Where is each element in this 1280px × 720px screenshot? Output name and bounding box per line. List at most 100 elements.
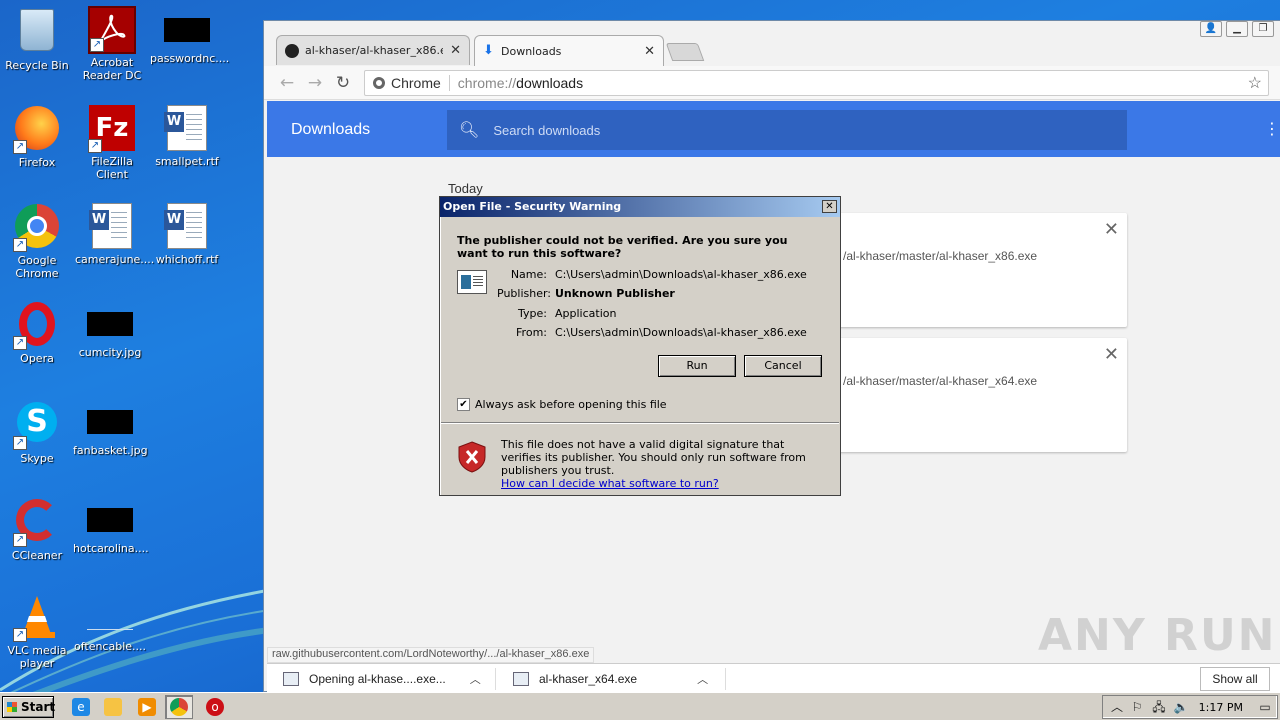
exe-file-icon [513, 672, 529, 686]
desktop-icon-label: smallpet.rtf [155, 155, 219, 168]
desktop-icon-label: Google Chrome [15, 254, 59, 280]
more-menu-icon[interactable]: ⋮ [1264, 119, 1280, 138]
network-icon[interactable]: 🖧 [1151, 699, 1167, 715]
desktop-icon-camerajune[interactable]: camerajune.... [75, 202, 154, 266]
download-shelf: Opening al-khase....exe... ︿ al-khaser_x… [267, 663, 1280, 693]
media-player-icon[interactable]: ▶ [138, 698, 156, 716]
help-link[interactable]: How can I decide what software to run? [501, 477, 719, 490]
reload-icon[interactable]: ↻ [332, 72, 354, 94]
desktop-icon-vlc[interactable]: ↗ VLC media player [0, 594, 74, 670]
close-icon[interactable]: ✕ [450, 43, 461, 58]
chevron-up-icon[interactable]: ︿ [470, 671, 481, 687]
back-arrow-icon[interactable]: ← [276, 72, 298, 94]
dialog-titlebar: Open File - Security Warning ✕ [440, 197, 840, 217]
profile-icon[interactable]: 👤 [1200, 21, 1222, 37]
chevron-up-icon[interactable]: ︿ [697, 671, 708, 687]
speaker-icon[interactable]: 🔈 [1173, 699, 1189, 715]
security-warning-dialog: Open File - Security Warning ✕ The publi… [439, 196, 841, 496]
window-controls: 👤 ▁ ❐ [1200, 21, 1274, 37]
desktop-icon-hotcarolina[interactable]: hotcarolina.... [73, 496, 149, 555]
desktop-icon-label: cumcity.jpg [78, 346, 142, 359]
desktop-icon-skype[interactable]: S ↗ Skype [0, 398, 74, 465]
word-document-icon [164, 203, 207, 249]
desktop-icon-recycle-bin[interactable]: Recycle Bin [0, 6, 74, 72]
run-button[interactable]: Run [658, 355, 736, 377]
desktop-icon-acrobat[interactable]: ↗ Acrobat Reader DC [75, 6, 149, 82]
url-path: downloads [516, 75, 584, 91]
word-document-icon [164, 105, 207, 151]
application-icon [457, 270, 487, 294]
omnibox-site-chip: Chrome [391, 75, 450, 91]
desktop-icon-oftencable[interactable]: oftencable.... [73, 594, 147, 653]
new-tab-button[interactable] [665, 43, 705, 61]
omnibox-url: chrome://downloads [450, 75, 583, 91]
shortcut-arrow-icon: ↗ [13, 436, 27, 450]
download-url[interactable]: /al-khaser/master/al-khaser_x86.exe [843, 249, 1037, 263]
field-from: From: C:\Users\admin\Downloads\al-khaser… [516, 326, 807, 339]
tab-al-khaser[interactable]: al-khaser/al-khaser_x86.exe ✕ [276, 35, 470, 65]
desktop-icon-smallpet[interactable]: smallpet.rtf [150, 104, 224, 168]
start-button[interactable]: Start [2, 696, 55, 718]
close-icon[interactable]: ✕ [1104, 344, 1119, 365]
desktop-icon-cumcity[interactable]: cumcity.jpg [73, 300, 147, 359]
file-thumbnail-icon [87, 606, 133, 630]
desktop-icon-label: passwordnc.... [150, 52, 230, 65]
shortcut-arrow-icon: ↗ [13, 140, 27, 154]
always-ask-checkbox[interactable]: ✔ [457, 398, 470, 411]
shelf-item[interactable]: Opening al-khase....exe... ︿ [283, 664, 481, 694]
field-type: Type: Application [518, 307, 617, 320]
show-all-button[interactable]: Show all [1200, 667, 1270, 691]
close-icon[interactable]: ✕ [644, 44, 655, 59]
system-tray: ︿ ⚐ 🖧 🔈 1:17 PM ▭ [1102, 695, 1278, 719]
taskbar-clock[interactable]: 1:17 PM [1199, 701, 1243, 714]
desktop-icon-ccleaner[interactable]: ↗ CCleaner [0, 496, 74, 562]
desktop-icon-whichoff[interactable]: whichoff.rtf [150, 202, 224, 266]
desktop-icon-label: Recycle Bin [5, 59, 69, 72]
opera-icon[interactable]: o [206, 698, 224, 716]
tab-downloads[interactable]: ⬇ Downloads ✕ [474, 35, 664, 66]
bookmark-star-icon[interactable]: ☆ [1248, 73, 1262, 93]
internet-explorer-icon[interactable]: e [72, 698, 90, 716]
shelf-item[interactable]: al-khaser_x64.exe ︿ [513, 664, 708, 694]
desktop-icon-label: VLC media player [7, 644, 67, 670]
field-name: Name: C:\Users\admin\Downloads\al-khaser… [510, 268, 807, 281]
desktop-icon-label: oftencable.... [73, 640, 147, 653]
file-explorer-icon[interactable] [104, 698, 122, 716]
dialog-content: The publisher could not be verified. Are… [441, 218, 839, 421]
desktop-icon-firefox[interactable]: ↗ Firefox [0, 104, 74, 169]
desktop-icon-label: Firefox [18, 156, 56, 169]
shelf-item-label: al-khaser_x64.exe [539, 672, 638, 686]
flag-icon[interactable]: ⚐ [1129, 699, 1145, 715]
browser-toolbar: ← → ↻ Chrome chrome://downloads ☆ [264, 66, 1280, 100]
status-bubble: raw.githubusercontent.com/LordNoteworthy… [267, 647, 595, 663]
always-ask-checkbox-row[interactable]: ✔ Always ask before opening this file [457, 398, 667, 411]
close-icon[interactable]: ✕ [1104, 219, 1119, 240]
minimize-icon[interactable]: ▁ [1226, 21, 1248, 37]
close-icon[interactable]: ✕ [822, 200, 837, 213]
checkbox-label: Always ask before opening this file [475, 398, 667, 411]
forward-arrow-icon[interactable]: → [304, 72, 326, 94]
desktop-icon-opera[interactable]: ↗ Opera [0, 300, 74, 365]
search-downloads-input[interactable]: 🔍︎ Search downloads [447, 110, 1127, 150]
dialog-separator [441, 422, 839, 424]
show-desktop-icon[interactable]: ▭ [1257, 699, 1273, 715]
chevron-up-icon[interactable]: ︿ [1109, 699, 1125, 715]
tab-title: Downloads [501, 44, 562, 58]
desktop-icon-fanbasket[interactable]: fanbasket.jpg [73, 398, 148, 457]
desktop-icon-chrome[interactable]: ↗ Google Chrome [0, 202, 74, 280]
cancel-button[interactable]: Cancel [744, 355, 822, 377]
dialog-warning-text: This file does not have a valid digital … [501, 438, 806, 490]
anyrun-watermark: ANY RUN [1038, 610, 1277, 661]
desktop-icon-filezilla[interactable]: Fz ↗ FileZilla Client [75, 104, 149, 181]
restore-icon[interactable]: ❐ [1252, 21, 1274, 37]
search-icon: 🔍︎ [459, 122, 480, 139]
address-bar[interactable]: Chrome chrome://downloads ☆ [364, 70, 1269, 96]
chrome-icon[interactable] [170, 698, 188, 716]
word-document-icon [89, 203, 132, 249]
download-url[interactable]: /al-khaser/master/al-khaser_x64.exe [843, 374, 1037, 388]
desktop-icon-label: Acrobat Reader DC [82, 56, 142, 82]
desktop-icon-passwordnc[interactable]: passwordnc.... [150, 6, 229, 65]
chrome-page-icon [373, 77, 385, 89]
dialog-title: Open File - Security Warning [443, 200, 622, 213]
taskbar: Start e ▶ o ︿ ⚐ 🖧 🔈 1:17 PM ▭ [0, 692, 1280, 720]
